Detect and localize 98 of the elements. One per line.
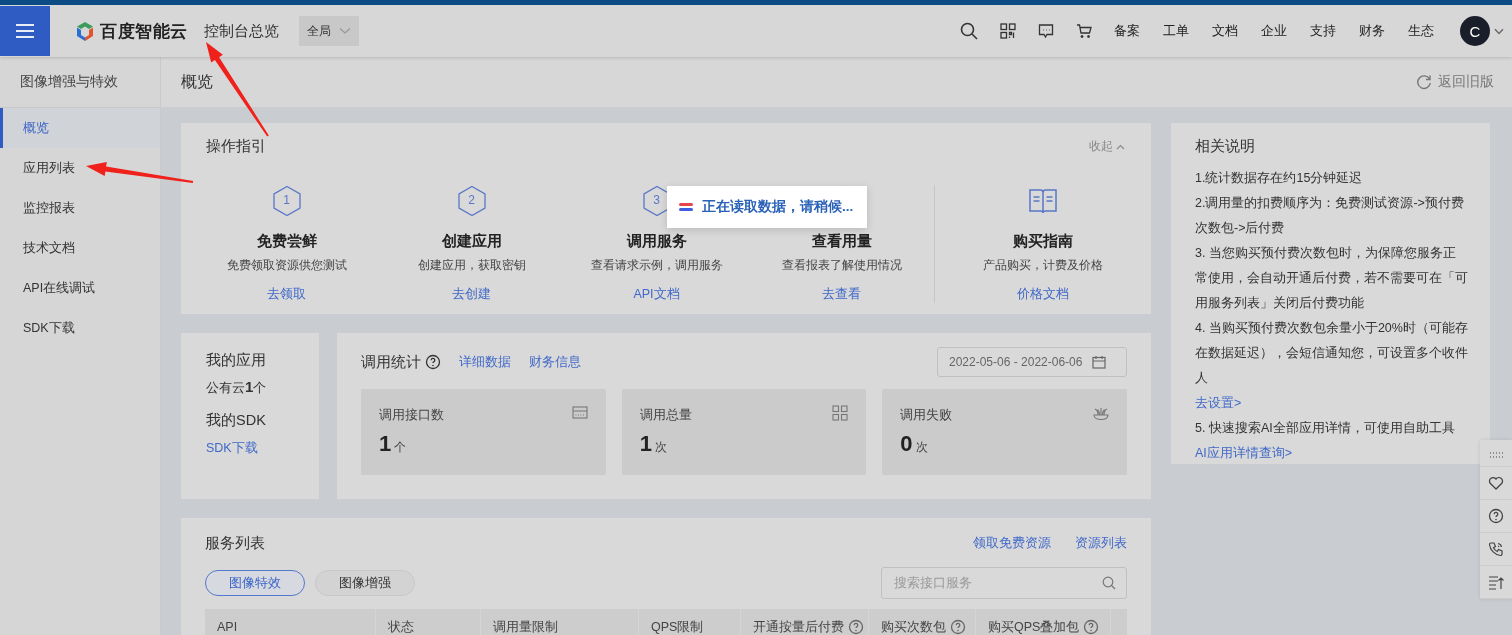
- step-title: 调用服务: [626, 232, 687, 251]
- step-description: 查看请求示例，调用服务: [590, 257, 723, 274]
- sidebar-item[interactable]: SDK下载: [0, 308, 160, 348]
- column-header: 调用量限制: [493, 618, 558, 635]
- tile-unit: 次: [915, 439, 928, 456]
- step-title: 查看用量: [811, 232, 872, 251]
- tile-label: 调用失败: [900, 407, 953, 424]
- menu-button[interactable]: [0, 6, 50, 56]
- grid-icon: [832, 405, 849, 421]
- step-description: 创建应用，获取密钥: [417, 257, 526, 274]
- loading-icon: [679, 202, 693, 212]
- card-title: 操作指引: [206, 137, 266, 156]
- step-title: 免费尝鲜: [256, 232, 317, 251]
- tile-value: 0: [900, 431, 913, 457]
- note-link[interactable]: AI应用详情查询>: [1195, 446, 1293, 460]
- stats-link[interactable]: 详细数据: [459, 353, 511, 371]
- column-header: 开通按量后付费: [753, 618, 844, 635]
- message-icon[interactable]: [1038, 23, 1054, 39]
- refresh-icon: [1416, 74, 1432, 90]
- note-text: 2.调用量的扣费顺序为：免费测试资源->预付费次数包->后付费: [1195, 195, 1465, 237]
- sidebar-item[interactable]: 应用列表: [0, 148, 160, 188]
- step-description: 查看报表了解使用情况: [781, 257, 902, 274]
- app-count: 公有云1个: [206, 378, 268, 397]
- nav-link[interactable]: 企业: [1261, 22, 1287, 40]
- logo-icon: [75, 21, 95, 41]
- card-title: 调用统计: [361, 352, 421, 372]
- menu-icon: [15, 23, 35, 39]
- nav-link[interactable]: 工单: [1163, 22, 1189, 40]
- tile-unit: 个: [394, 439, 407, 456]
- service-link[interactable]: 领取免费资源: [973, 535, 1051, 552]
- help-icon[interactable]: [1488, 508, 1504, 524]
- search-icon[interactable]: [960, 22, 978, 40]
- phone-icon[interactable]: [1488, 541, 1504, 557]
- sidebar-item[interactable]: API在线调试: [0, 268, 160, 308]
- column-header: 状态: [388, 618, 414, 635]
- logo-text: 百度智能云: [100, 20, 188, 43]
- tile-value: 1: [639, 431, 652, 457]
- back-to-top-icon[interactable]: [1488, 574, 1504, 590]
- calendar-icon: [1092, 355, 1107, 369]
- grid-icon[interactable]: [1000, 23, 1016, 39]
- sdk-download-link[interactable]: SDK下载: [206, 440, 258, 457]
- category-tab[interactable]: 图像特效: [205, 570, 305, 596]
- collapse-link[interactable]: 收起: [1089, 138, 1125, 155]
- step-link[interactable]: 去查看: [822, 286, 861, 303]
- note-text: 3. 当您购买预付费次数包时，为保障您服务正常使用，会自动开通后付费，若不需要可在「可用服务列表」关闭后付费功能: [1195, 245, 1468, 312]
- step-link[interactable]: 去领取: [267, 286, 306, 303]
- step-description: 产品购买，计费及价格: [983, 257, 1103, 274]
- step-title: 创建应用: [441, 232, 502, 251]
- page-heading: 概览: [181, 71, 213, 92]
- chevron-down-icon: [338, 27, 351, 35]
- sidebar-item[interactable]: 概览: [0, 108, 160, 148]
- card-icon: [571, 405, 588, 421]
- hexagon-icon: 2: [456, 185, 487, 217]
- nav-link[interactable]: 支持: [1310, 22, 1336, 40]
- page-title: 控制台总览: [203, 21, 279, 41]
- column-header: 购买QPS叠加包: [988, 618, 1080, 635]
- loading-message: 正在读取数据，请稍候...: [702, 198, 854, 216]
- note-text: 4. 当购买预付费次数包余量小于20%时（可能存在数据延迟），会短信通知您，可设置多个收件人: [1195, 320, 1468, 387]
- step-link[interactable]: API文档: [633, 286, 680, 303]
- tile-unit: 次: [654, 439, 667, 456]
- service-link[interactable]: 资源列表: [1075, 535, 1127, 552]
- stats-link[interactable]: 财务信息: [529, 353, 581, 371]
- column-header: API: [217, 620, 238, 634]
- tile-value: 1: [379, 431, 392, 457]
- step-description: 免费领取资源供您测试: [226, 257, 347, 274]
- category-tab[interactable]: 图像增强: [315, 570, 415, 596]
- date-range-field[interactable]: 2022-05-06 - 2022-06-06: [937, 347, 1127, 377]
- card-title: 相关说明: [1195, 137, 1256, 156]
- chevron-down-icon[interactable]: [1494, 27, 1504, 35]
- note-text: 5. 快速搜索AI全部应用详情，可使用自助工具 AI应用详情查询>: [1195, 420, 1456, 462]
- card-title: 我的应用: [206, 351, 267, 370]
- card-title: 服务列表: [205, 534, 265, 553]
- note-link[interactable]: 去设置>: [1195, 396, 1242, 410]
- nav-link[interactable]: 生态: [1408, 22, 1434, 40]
- step-link[interactable]: 去创建: [452, 286, 491, 303]
- tile-label: 调用接口数: [379, 407, 444, 424]
- note-text: 1.统计数据存在约15分钟延迟: [1195, 170, 1364, 187]
- avatar[interactable]: C: [1460, 16, 1490, 46]
- chevron-up-icon: [1116, 143, 1125, 150]
- sidebar-item[interactable]: 技术文档: [0, 228, 160, 268]
- tile-label: 调用总量: [639, 407, 692, 424]
- back-link[interactable]: 返回旧版: [1410, 72, 1500, 92]
- step-title: 购买指南: [1013, 232, 1073, 251]
- search-icon: [1102, 576, 1116, 590]
- hexagon-icon: 1: [271, 185, 302, 217]
- nav-link[interactable]: 文档: [1212, 22, 1238, 40]
- region-dropdown[interactable]: 全局: [298, 16, 359, 46]
- nav-link[interactable]: 备案: [1114, 22, 1140, 40]
- column-header: 购买次数包: [881, 618, 946, 635]
- heart-icon[interactable]: [1488, 475, 1504, 491]
- fountain-icon: [1093, 405, 1109, 421]
- nav-link[interactable]: 财务: [1359, 22, 1385, 40]
- help-icon[interactable]: [425, 354, 441, 370]
- column-header: QPS限制: [651, 618, 704, 635]
- card-title: 我的SDK: [206, 411, 267, 430]
- cart-icon[interactable]: [1076, 23, 1092, 39]
- step-link[interactable]: 价格文档: [1017, 286, 1069, 303]
- sidebar-item[interactable]: 监控报表: [0, 188, 160, 228]
